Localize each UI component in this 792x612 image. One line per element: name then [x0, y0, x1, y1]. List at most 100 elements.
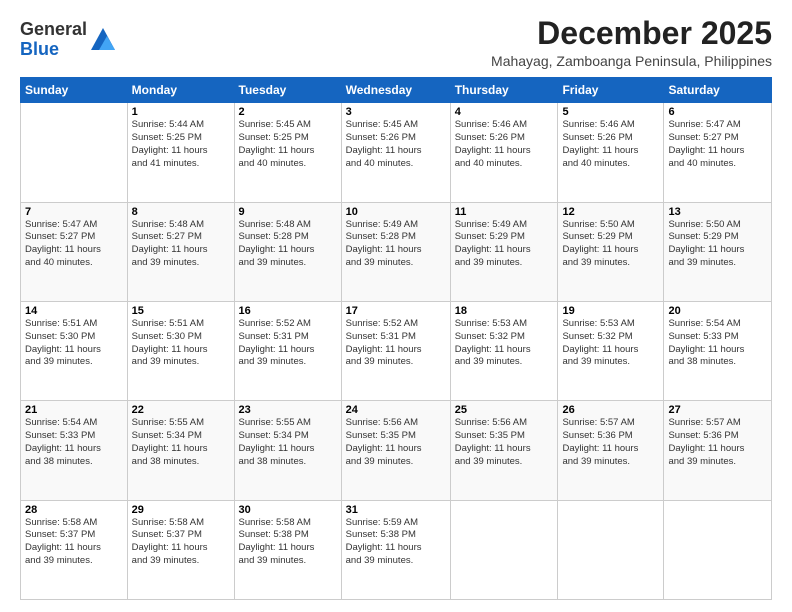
col-sunday: Sunday	[21, 78, 128, 103]
logo-icon	[89, 26, 117, 54]
day-number: 26	[562, 404, 659, 416]
day-info: Sunrise: 5:48 AM Sunset: 5:27 PM Dayligh…	[132, 219, 230, 270]
table-cell: 31Sunrise: 5:59 AM Sunset: 5:38 PM Dayli…	[341, 500, 450, 599]
col-thursday: Thursday	[450, 78, 558, 103]
day-number: 17	[346, 305, 446, 317]
table-cell: 18Sunrise: 5:53 AM Sunset: 5:32 PM Dayli…	[450, 301, 558, 400]
table-cell: 5Sunrise: 5:46 AM Sunset: 5:26 PM Daylig…	[558, 103, 664, 202]
day-number: 23	[239, 404, 337, 416]
day-number: 12	[562, 206, 659, 218]
day-info: Sunrise: 5:58 AM Sunset: 5:37 PM Dayligh…	[132, 517, 230, 568]
col-wednesday: Wednesday	[341, 78, 450, 103]
day-info: Sunrise: 5:52 AM Sunset: 5:31 PM Dayligh…	[239, 318, 337, 369]
table-cell: 24Sunrise: 5:56 AM Sunset: 5:35 PM Dayli…	[341, 401, 450, 500]
col-saturday: Saturday	[664, 78, 772, 103]
month-title: December 2025	[491, 16, 772, 51]
day-number: 20	[668, 305, 767, 317]
table-cell: 4Sunrise: 5:46 AM Sunset: 5:26 PM Daylig…	[450, 103, 558, 202]
table-cell: 15Sunrise: 5:51 AM Sunset: 5:30 PM Dayli…	[127, 301, 234, 400]
day-info: Sunrise: 5:58 AM Sunset: 5:37 PM Dayligh…	[25, 517, 123, 568]
table-cell	[21, 103, 128, 202]
day-number: 21	[25, 404, 123, 416]
day-number: 11	[455, 206, 554, 218]
table-cell: 3Sunrise: 5:45 AM Sunset: 5:26 PM Daylig…	[341, 103, 450, 202]
table-cell: 14Sunrise: 5:51 AM Sunset: 5:30 PM Dayli…	[21, 301, 128, 400]
day-number: 4	[455, 106, 554, 118]
day-number: 15	[132, 305, 230, 317]
day-info: Sunrise: 5:47 AM Sunset: 5:27 PM Dayligh…	[668, 119, 767, 170]
day-number: 2	[239, 106, 337, 118]
table-cell	[558, 500, 664, 599]
day-info: Sunrise: 5:56 AM Sunset: 5:35 PM Dayligh…	[455, 417, 554, 468]
table-cell: 9Sunrise: 5:48 AM Sunset: 5:28 PM Daylig…	[234, 202, 341, 301]
day-info: Sunrise: 5:47 AM Sunset: 5:27 PM Dayligh…	[25, 219, 123, 270]
day-info: Sunrise: 5:53 AM Sunset: 5:32 PM Dayligh…	[455, 318, 554, 369]
day-number: 25	[455, 404, 554, 416]
day-info: Sunrise: 5:55 AM Sunset: 5:34 PM Dayligh…	[239, 417, 337, 468]
day-number: 3	[346, 106, 446, 118]
day-number: 24	[346, 404, 446, 416]
table-cell: 29Sunrise: 5:58 AM Sunset: 5:37 PM Dayli…	[127, 500, 234, 599]
day-number: 18	[455, 305, 554, 317]
day-number: 14	[25, 305, 123, 317]
week-row-1: 1Sunrise: 5:44 AM Sunset: 5:25 PM Daylig…	[21, 103, 772, 202]
table-cell: 1Sunrise: 5:44 AM Sunset: 5:25 PM Daylig…	[127, 103, 234, 202]
title-block: December 2025 Mahayag, Zamboanga Peninsu…	[491, 16, 772, 69]
col-tuesday: Tuesday	[234, 78, 341, 103]
day-number: 30	[239, 504, 337, 516]
week-row-5: 28Sunrise: 5:58 AM Sunset: 5:37 PM Dayli…	[21, 500, 772, 599]
calendar-header-row: Sunday Monday Tuesday Wednesday Thursday…	[21, 78, 772, 103]
table-cell	[450, 500, 558, 599]
day-info: Sunrise: 5:59 AM Sunset: 5:38 PM Dayligh…	[346, 517, 446, 568]
subtitle: Mahayag, Zamboanga Peninsula, Philippine…	[491, 53, 772, 69]
day-info: Sunrise: 5:50 AM Sunset: 5:29 PM Dayligh…	[562, 219, 659, 270]
header: General Blue December 2025 Mahayag, Zamb…	[20, 16, 772, 69]
day-number: 29	[132, 504, 230, 516]
day-number: 8	[132, 206, 230, 218]
table-cell: 20Sunrise: 5:54 AM Sunset: 5:33 PM Dayli…	[664, 301, 772, 400]
logo-general: General	[20, 19, 87, 39]
calendar-table: Sunday Monday Tuesday Wednesday Thursday…	[20, 77, 772, 600]
day-number: 19	[562, 305, 659, 317]
table-cell: 17Sunrise: 5:52 AM Sunset: 5:31 PM Dayli…	[341, 301, 450, 400]
table-cell: 16Sunrise: 5:52 AM Sunset: 5:31 PM Dayli…	[234, 301, 341, 400]
logo: General Blue	[20, 20, 117, 60]
table-cell: 23Sunrise: 5:55 AM Sunset: 5:34 PM Dayli…	[234, 401, 341, 500]
table-cell: 11Sunrise: 5:49 AM Sunset: 5:29 PM Dayli…	[450, 202, 558, 301]
day-info: Sunrise: 5:51 AM Sunset: 5:30 PM Dayligh…	[25, 318, 123, 369]
table-cell: 13Sunrise: 5:50 AM Sunset: 5:29 PM Dayli…	[664, 202, 772, 301]
day-number: 6	[668, 106, 767, 118]
day-info: Sunrise: 5:44 AM Sunset: 5:25 PM Dayligh…	[132, 119, 230, 170]
day-number: 28	[25, 504, 123, 516]
week-row-2: 7Sunrise: 5:47 AM Sunset: 5:27 PM Daylig…	[21, 202, 772, 301]
day-info: Sunrise: 5:49 AM Sunset: 5:29 PM Dayligh…	[455, 219, 554, 270]
table-cell: 21Sunrise: 5:54 AM Sunset: 5:33 PM Dayli…	[21, 401, 128, 500]
day-info: Sunrise: 5:57 AM Sunset: 5:36 PM Dayligh…	[668, 417, 767, 468]
day-number: 22	[132, 404, 230, 416]
table-cell	[664, 500, 772, 599]
day-number: 10	[346, 206, 446, 218]
table-cell: 6Sunrise: 5:47 AM Sunset: 5:27 PM Daylig…	[664, 103, 772, 202]
day-info: Sunrise: 5:45 AM Sunset: 5:25 PM Dayligh…	[239, 119, 337, 170]
day-info: Sunrise: 5:58 AM Sunset: 5:38 PM Dayligh…	[239, 517, 337, 568]
table-cell: 30Sunrise: 5:58 AM Sunset: 5:38 PM Dayli…	[234, 500, 341, 599]
week-row-3: 14Sunrise: 5:51 AM Sunset: 5:30 PM Dayli…	[21, 301, 772, 400]
logo-blue: Blue	[20, 39, 59, 59]
col-monday: Monday	[127, 78, 234, 103]
day-info: Sunrise: 5:54 AM Sunset: 5:33 PM Dayligh…	[25, 417, 123, 468]
day-info: Sunrise: 5:50 AM Sunset: 5:29 PM Dayligh…	[668, 219, 767, 270]
day-info: Sunrise: 5:55 AM Sunset: 5:34 PM Dayligh…	[132, 417, 230, 468]
day-number: 1	[132, 106, 230, 118]
table-cell: 7Sunrise: 5:47 AM Sunset: 5:27 PM Daylig…	[21, 202, 128, 301]
day-number: 27	[668, 404, 767, 416]
day-info: Sunrise: 5:48 AM Sunset: 5:28 PM Dayligh…	[239, 219, 337, 270]
col-friday: Friday	[558, 78, 664, 103]
table-cell: 28Sunrise: 5:58 AM Sunset: 5:37 PM Dayli…	[21, 500, 128, 599]
table-cell: 12Sunrise: 5:50 AM Sunset: 5:29 PM Dayli…	[558, 202, 664, 301]
day-info: Sunrise: 5:46 AM Sunset: 5:26 PM Dayligh…	[455, 119, 554, 170]
calendar-page: General Blue December 2025 Mahayag, Zamb…	[0, 0, 792, 612]
day-number: 13	[668, 206, 767, 218]
table-cell: 26Sunrise: 5:57 AM Sunset: 5:36 PM Dayli…	[558, 401, 664, 500]
day-info: Sunrise: 5:53 AM Sunset: 5:32 PM Dayligh…	[562, 318, 659, 369]
day-number: 31	[346, 504, 446, 516]
